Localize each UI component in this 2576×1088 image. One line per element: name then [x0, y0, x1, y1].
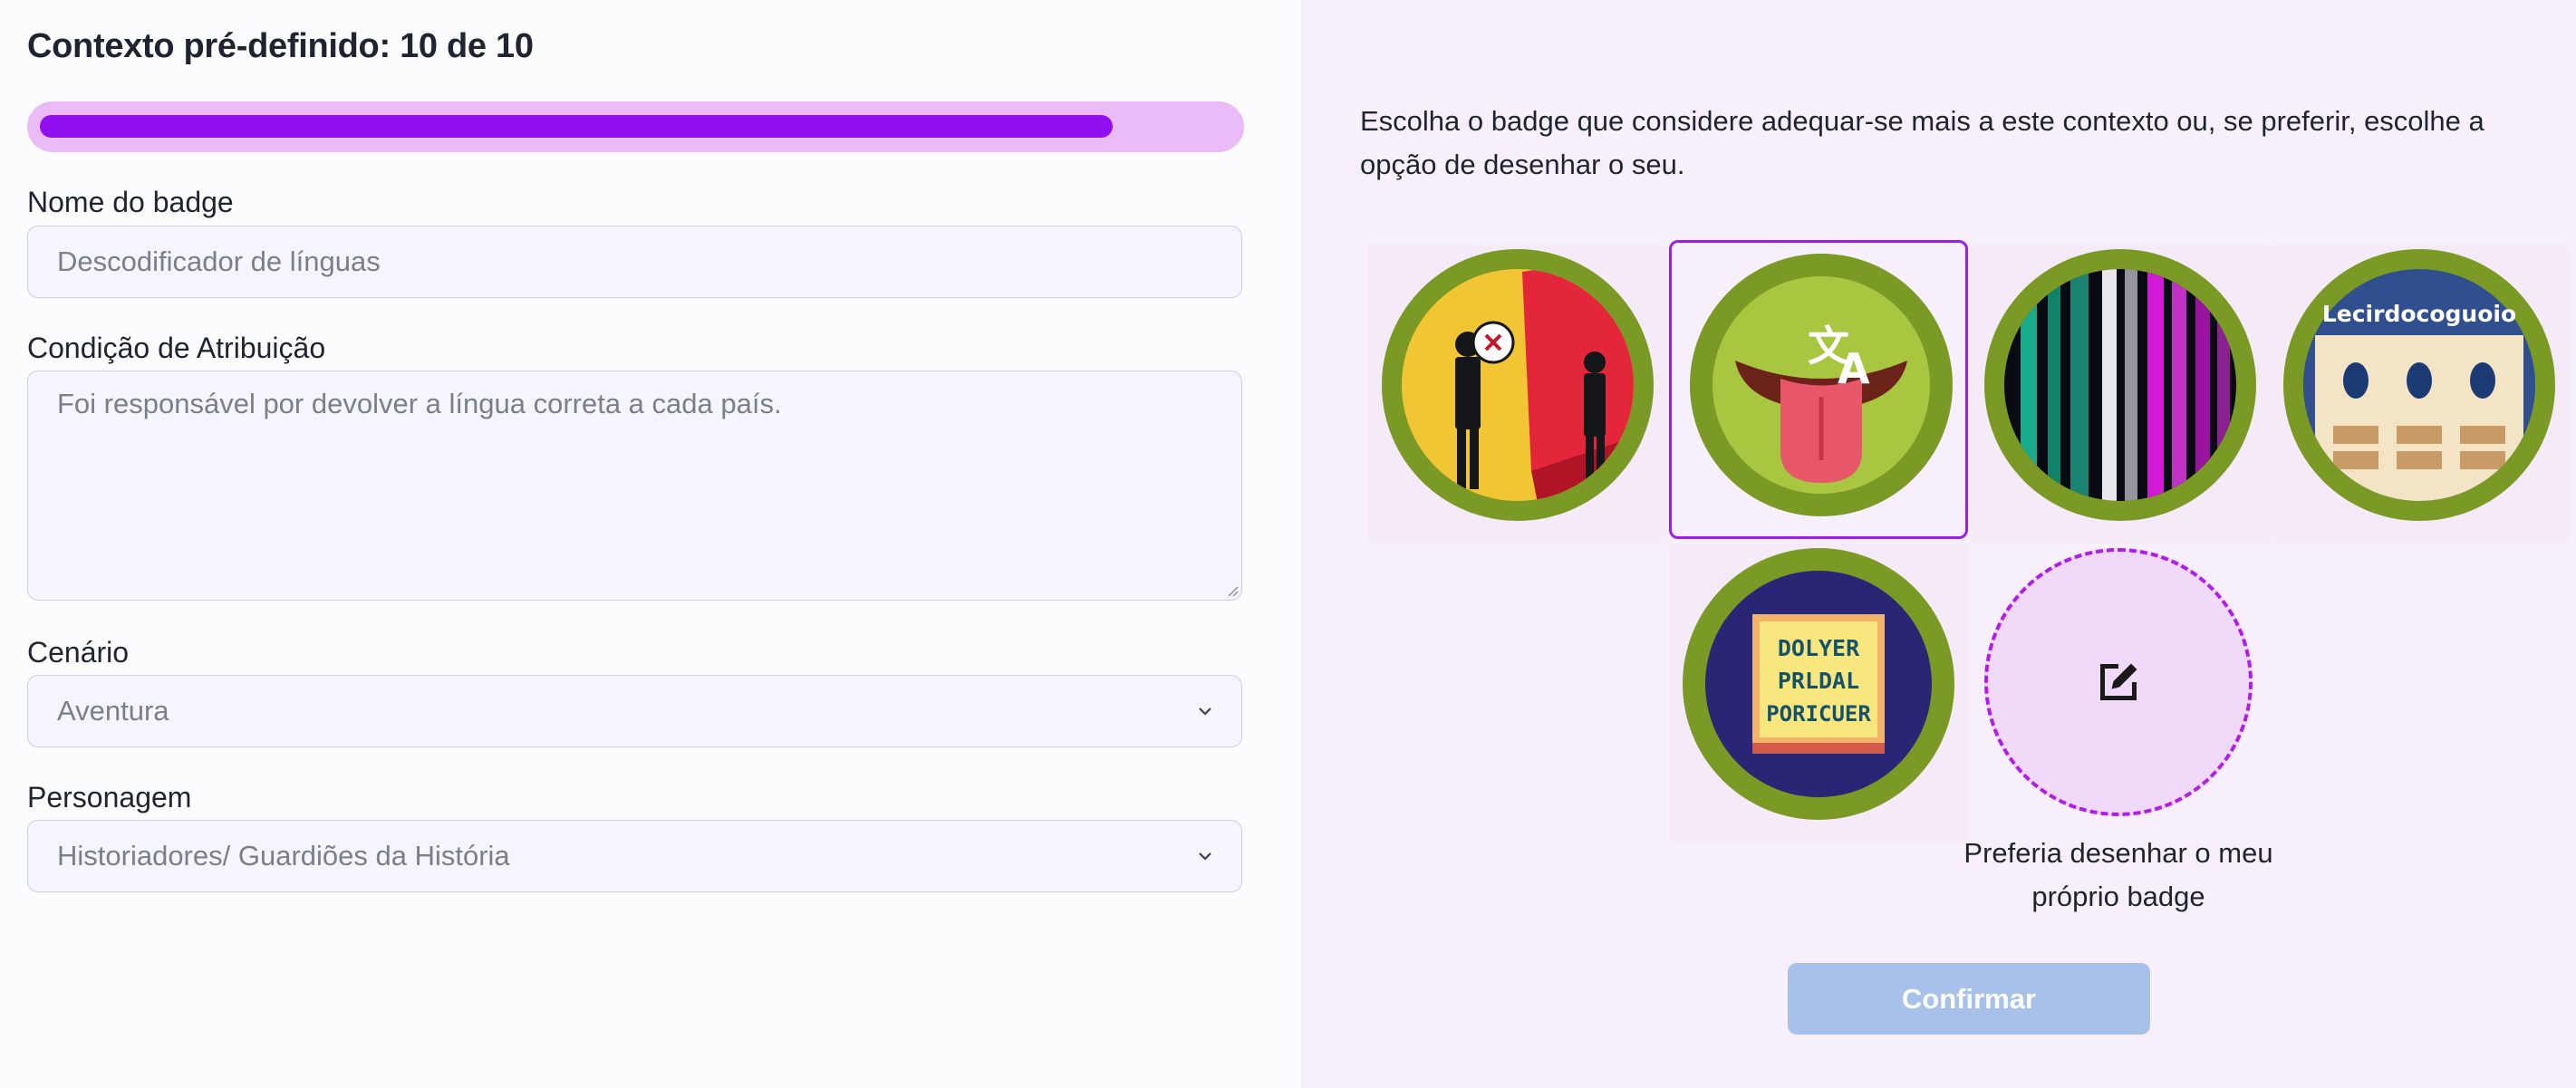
draw-own-badge-label: Preferia desenhar o meu próprio badge — [1963, 837, 2273, 912]
badge-option-5[interactable]: DOLYER PRLDAL PORICUER — [1669, 544, 1968, 842]
character-value: Historiadores/ Guardiões da História — [57, 840, 510, 871]
resize-handle-icon[interactable] — [1224, 583, 1239, 597]
confirm-button[interactable]: Confirmar — [1788, 963, 2150, 1035]
svg-text:A: A — [1838, 344, 1870, 393]
badge-5-text-line-2: PRLDAL — [1778, 668, 1859, 694]
translate-tongue-badge-icon: 文 A — [1690, 254, 1953, 516]
context-progress-bar — [27, 101, 1244, 152]
scenario-label: Cenário — [27, 636, 130, 669]
badge-option-2[interactable]: 文 A — [1669, 240, 1968, 539]
chevron-down-icon — [1199, 708, 1211, 716]
character-select[interactable]: Historiadores/ Guardiões da História — [27, 820, 1242, 892]
progress-fill — [40, 115, 1113, 138]
badge-option-4[interactable]: Lecirdocoguoio — [2270, 245, 2569, 544]
badge-4-title-text: Lecirdocoguoio — [2322, 301, 2516, 327]
pixel-sign-badge-icon: DOLYER PRLDAL PORICUER — [1683, 548, 1954, 820]
condition-textarea[interactable]: Foi responsável por devolver a língua co… — [27, 371, 1242, 601]
page-title: Contexto pré-definido: 10 de 10 — [27, 27, 534, 65]
chevron-down-icon — [1199, 852, 1211, 861]
badge-form-panel: Contexto pré-definido: 10 de 10 Nome do … — [0, 0, 1301, 1088]
mirror-figures-badge-icon — [1382, 249, 1654, 521]
scenario-select[interactable]: Aventura — [27, 675, 1242, 747]
badge-name-input[interactable]: Descodificador de línguas — [27, 226, 1242, 298]
condition-placeholder: Foi responsável por devolver a língua co… — [57, 388, 782, 419]
badge-option-3[interactable] — [1971, 245, 2270, 544]
draw-own-badge-button[interactable] — [1984, 548, 2253, 816]
edit-icon — [2100, 663, 2137, 700]
character-label: Personagem — [27, 781, 192, 814]
badge-name-label: Nome do badge — [27, 186, 234, 218]
lesson-board-badge-icon: Lecirdocoguoio — [2283, 249, 2555, 521]
picker-intro-text: Escolha o badge que considere adequar-se… — [1360, 105, 2484, 180]
badge-option-1[interactable] — [1368, 245, 1667, 544]
binary-code-badge-icon — [1984, 249, 2256, 521]
badge-name-placeholder: Descodificador de línguas — [57, 246, 381, 277]
badge-5-text-line-1: DOLYER — [1778, 635, 1860, 661]
condition-label: Condição de Atribuição — [27, 332, 326, 364]
badge-5-text-line-3: PORICUER — [1766, 701, 1871, 727]
scenario-value: Aventura — [57, 695, 169, 727]
